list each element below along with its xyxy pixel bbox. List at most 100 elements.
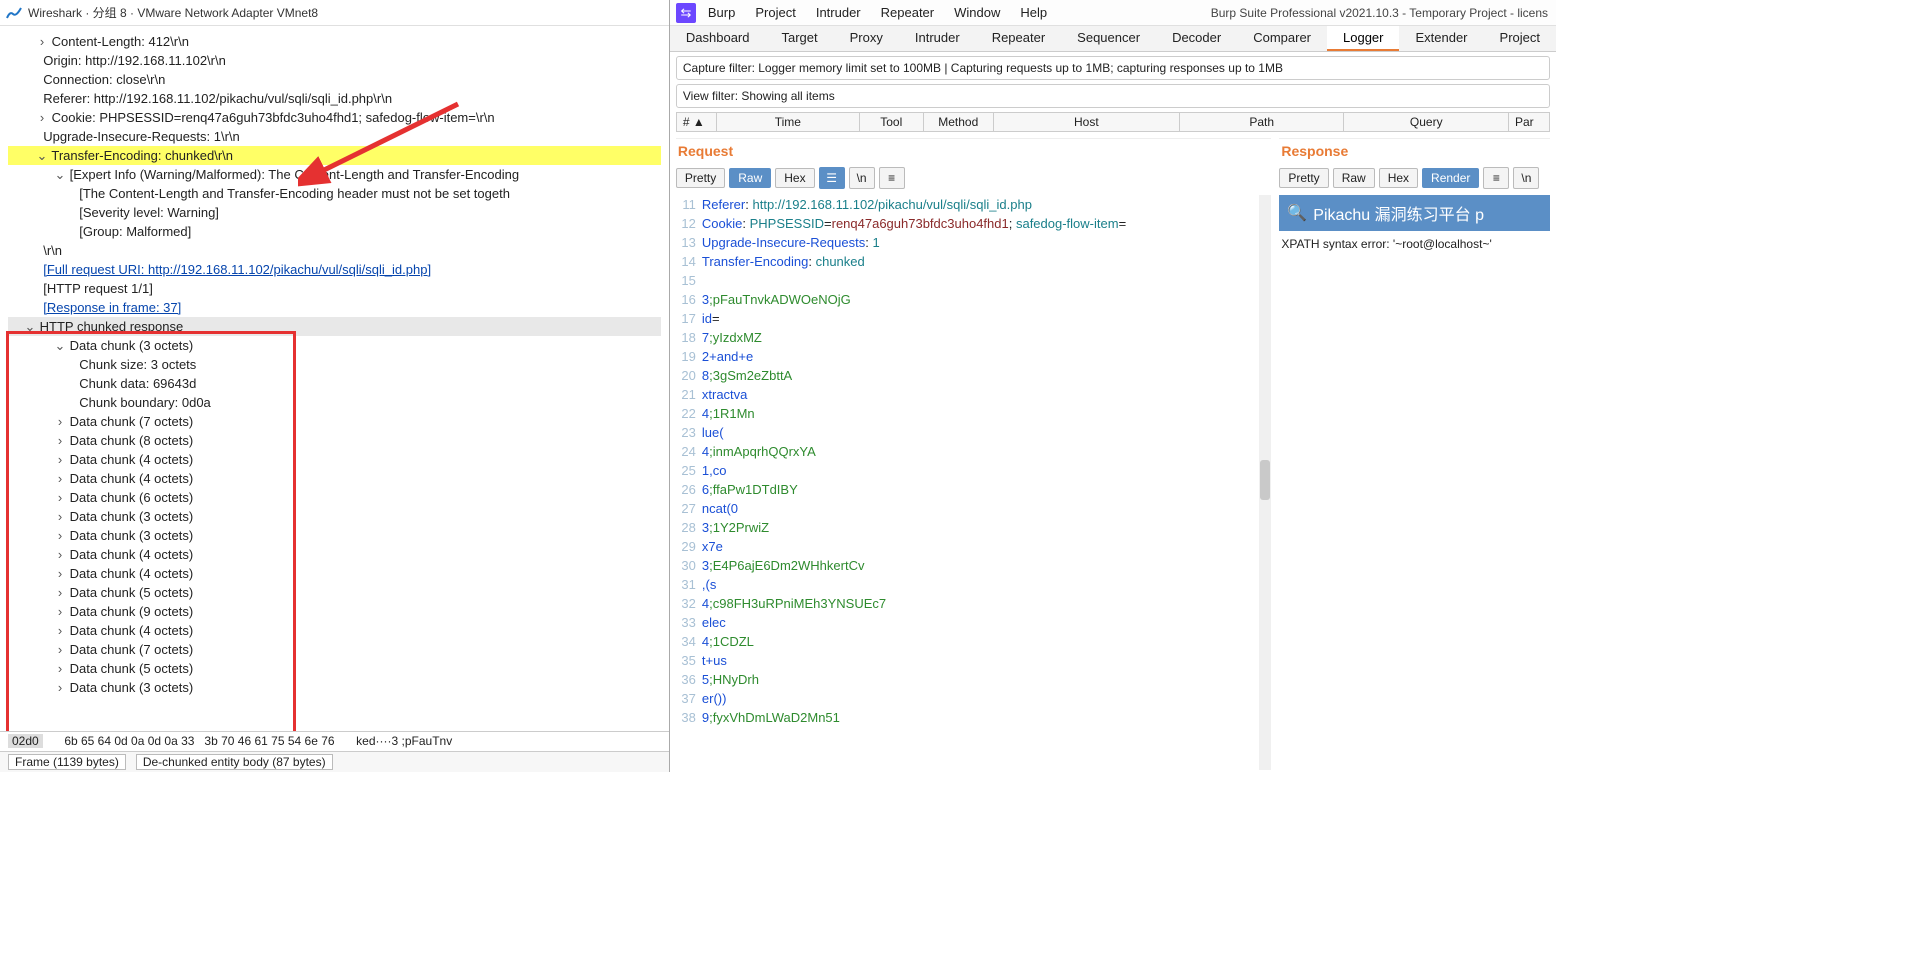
tab-extender[interactable]: Extender [1399, 26, 1483, 51]
expand-icon[interactable]: › [36, 108, 48, 127]
expand-icon[interactable]: › [54, 488, 66, 507]
tree-row[interactable]: Chunk boundary: 0d0a [8, 393, 661, 412]
request-line[interactable]: 244;inmApqrhQQrxYA [676, 442, 1271, 461]
tree-row[interactable]: › Data chunk (4 octets) [8, 450, 661, 469]
expand-icon[interactable]: › [54, 602, 66, 621]
collapse-icon[interactable]: ⌄ [24, 317, 36, 336]
raw-button[interactable]: Raw [1333, 168, 1375, 188]
expand-icon[interactable]: › [54, 545, 66, 564]
request-line[interactable]: 14Transfer-Encoding: chunked [676, 252, 1271, 271]
tab-project[interactable]: Project [1484, 26, 1556, 51]
request-line[interactable]: 33elec [676, 613, 1271, 632]
raw-button[interactable]: Raw [729, 168, 771, 188]
request-line[interactable]: 251,co [676, 461, 1271, 480]
request-line[interactable]: 29x7e [676, 537, 1271, 556]
view-filter[interactable]: View filter: Showing all items [676, 84, 1550, 108]
request-line[interactable]: 224;1R1Mn [676, 404, 1271, 423]
request-line[interactable]: 15 [676, 271, 1271, 290]
tree-row[interactable]: › Data chunk (7 octets) [8, 640, 661, 659]
request-line[interactable]: 17id= [676, 309, 1271, 328]
scrollbar-thumb[interactable] [1260, 460, 1270, 500]
capture-filter[interactable]: Capture filter: Logger memory limit set … [676, 56, 1550, 80]
request-line[interactable]: 27ncat(0 [676, 499, 1271, 518]
scrollbar[interactable] [1259, 195, 1271, 770]
request-line[interactable]: 31,(s [676, 575, 1271, 594]
tree-row[interactable]: \r\n [8, 241, 661, 260]
col-path[interactable]: Path [1180, 113, 1345, 131]
tree-row[interactable]: Referer: http://192.168.11.102/pikachu/v… [8, 89, 661, 108]
request-line[interactable]: 35t+us [676, 651, 1271, 670]
tab-intruder[interactable]: Intruder [899, 26, 976, 51]
menu-help[interactable]: Help [1020, 5, 1047, 20]
settings-icon[interactable]: ≡ [879, 167, 905, 189]
menu-intruder[interactable]: Intruder [816, 5, 861, 20]
tree-row[interactable]: › Data chunk (7 octets) [8, 412, 661, 431]
collapse-icon[interactable]: ⌄ [36, 146, 48, 165]
tree-row[interactable]: [Response in frame: 37] [8, 298, 661, 317]
status-dechunk[interactable]: De-chunked entity body (87 bytes) [136, 754, 333, 770]
tree-row[interactable]: › Data chunk (4 octets) [8, 545, 661, 564]
full-uri-link[interactable]: [Full request URI: http://192.168.11.102… [43, 262, 431, 277]
tree-row[interactable]: Chunk data: 69643d [8, 374, 661, 393]
tab-decoder[interactable]: Decoder [1156, 26, 1237, 51]
tree-row[interactable]: [Severity level: Warning] [8, 203, 661, 222]
tree-row[interactable]: › Content-Length: 412\r\n [8, 32, 661, 51]
tab-repeater[interactable]: Repeater [976, 26, 1061, 51]
tree-row[interactable]: › Data chunk (8 octets) [8, 431, 661, 450]
col-tool[interactable]: Tool [860, 113, 924, 131]
request-line[interactable]: 303;E4P6ajE6Dm2WHhkertCv [676, 556, 1271, 575]
request-line[interactable]: 163;pFauTnvkADWOeNOjG [676, 290, 1271, 309]
hex-button[interactable]: Hex [775, 168, 814, 188]
newline-icon[interactable]: \n [849, 167, 875, 189]
tree-row[interactable]: › Data chunk (3 octets) [8, 526, 661, 545]
tree-row[interactable]: › Data chunk (3 octets) [8, 678, 661, 697]
pretty-button[interactable]: Pretty [676, 168, 725, 188]
menu-burp[interactable]: Burp [708, 5, 735, 20]
request-line[interactable]: 11Referer: http://192.168.11.102/pikachu… [676, 195, 1271, 214]
tree-row[interactable]: › Data chunk (4 octets) [8, 621, 661, 640]
request-line[interactable]: 389;fyxVhDmLWaD2Mn51 [676, 708, 1271, 727]
request-line[interactable]: 266;ffaPw1DTdIBY [676, 480, 1271, 499]
col-time[interactable]: Time [717, 113, 860, 131]
request-line[interactable]: 283;1Y2PrwiZ [676, 518, 1271, 537]
status-frame[interactable]: Frame (1139 bytes) [8, 754, 126, 770]
request-line[interactable]: 37er()) [676, 689, 1271, 708]
hex-button[interactable]: Hex [1379, 168, 1418, 188]
tree-row[interactable]: Chunk size: 3 octets [8, 355, 661, 374]
expand-icon[interactable]: › [54, 678, 66, 697]
col-query[interactable]: Query [1344, 113, 1509, 131]
tab-target[interactable]: Target [766, 26, 834, 51]
expand-icon[interactable]: › [54, 526, 66, 545]
tab-proxy[interactable]: Proxy [834, 26, 899, 51]
request-line[interactable]: 208;3gSm2eZbttA [676, 366, 1271, 385]
expand-icon[interactable]: › [54, 640, 66, 659]
tab-sequencer[interactable]: Sequencer [1061, 26, 1156, 51]
tree-row[interactable]: [Full request URI: http://192.168.11.102… [8, 260, 661, 279]
collapse-icon[interactable]: ⌄ [54, 165, 66, 184]
tab-comparer[interactable]: Comparer [1237, 26, 1327, 51]
tree-row[interactable]: › Data chunk (4 octets) [8, 564, 661, 583]
request-line[interactable]: 187;yIzdxMZ [676, 328, 1271, 347]
request-line[interactable]: 192+and+e [676, 347, 1271, 366]
settings-icon[interactable]: ≡ [1483, 167, 1509, 189]
tree-row[interactable]: ⌄ [Expert Info (Warning/Malformed): The … [8, 165, 661, 184]
expand-icon[interactable]: › [54, 450, 66, 469]
request-line[interactable]: 23lue( [676, 423, 1271, 442]
expand-icon[interactable]: › [54, 431, 66, 450]
tree-row[interactable]: Connection: close\r\n [8, 70, 661, 89]
col-par[interactable]: Par [1509, 113, 1549, 131]
tree-row[interactable]: › Data chunk (5 octets) [8, 659, 661, 678]
tree-row[interactable]: › Data chunk (9 octets) [8, 602, 661, 621]
expand-icon[interactable]: › [54, 621, 66, 640]
expand-icon[interactable]: › [54, 564, 66, 583]
request-line[interactable]: 324;c98FH3uRPniMEh3YNSUEc7 [676, 594, 1271, 613]
expand-icon[interactable]: › [54, 412, 66, 431]
expand-icon[interactable]: › [54, 583, 66, 602]
newline-icon[interactable]: \n [1513, 167, 1539, 189]
collapse-icon[interactable]: ⌄ [54, 336, 66, 355]
tree-row[interactable]: Upgrade-Insecure-Requests: 1\r\n [8, 127, 661, 146]
tree-row[interactable]: [HTTP request 1/1] [8, 279, 661, 298]
hex-view[interactable]: 02d0 6b 65 64 0d 0a 0d 0a 33 3b 70 46 61… [0, 731, 669, 751]
actions-icon[interactable]: ☰ [819, 167, 845, 189]
request-body[interactable]: 11Referer: http://192.168.11.102/pikachu… [676, 195, 1271, 770]
